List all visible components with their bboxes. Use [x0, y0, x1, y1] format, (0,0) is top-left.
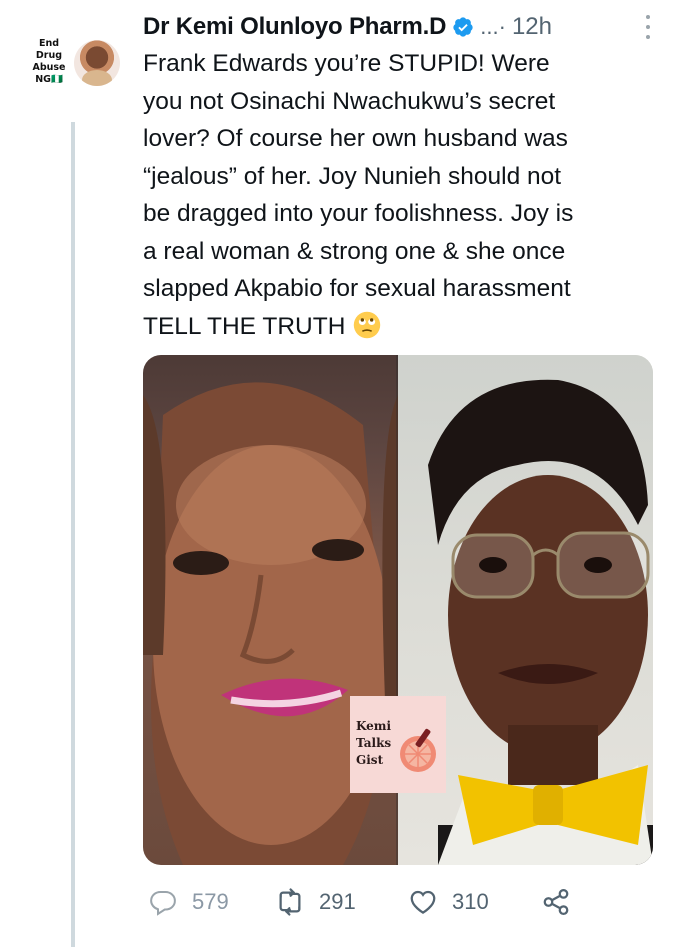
timestamp[interactable]: 12h	[512, 13, 552, 41]
like-count: 310	[452, 889, 489, 914]
thread-connector-line	[71, 122, 75, 947]
tweet-text: Frank Edwards you’re STUPID! Were you no…	[143, 50, 574, 340]
avatar-overlay-text: End Drug Abuse NG🇳🇬	[28, 38, 70, 86]
reply-icon	[150, 891, 176, 916]
rolling-eyes-emoji-icon	[354, 311, 381, 338]
tweet-header: Dr Kemi Olunloyo Pharm.D ...· 12h	[143, 10, 653, 44]
share-icon	[543, 889, 569, 915]
share-button[interactable]	[541, 880, 585, 924]
separator: ...·	[480, 14, 506, 39]
profile-photo	[74, 40, 120, 86]
tweet-media-image[interactable]: Kemi Talks Gist	[143, 355, 653, 865]
retweet-count: 291	[319, 889, 356, 914]
kemi-talks-gist-watermark: Kemi Talks Gist	[350, 696, 446, 793]
verified-badge-icon	[453, 17, 473, 37]
reply-count: 579	[192, 889, 229, 914]
avatar-label-line: NG🇳🇬	[35, 74, 63, 85]
watermark-text: Kemi Talks Gist	[356, 718, 398, 769]
retweet-icon	[279, 888, 301, 916]
more-options-icon[interactable]	[643, 12, 653, 42]
grapefruit-lipstick-logo-icon	[400, 728, 436, 772]
avatar-label-line: End	[38, 38, 60, 49]
tweet-body: Frank Edwards you’re STUPID! Were you no…	[143, 45, 653, 345]
watermark-line: Kemi	[356, 719, 392, 733]
avatar[interactable]: End Drug Abuse NG🇳🇬	[28, 34, 120, 98]
like-button[interactable]: 310	[408, 880, 489, 924]
retweet-button[interactable]: 291	[275, 880, 356, 924]
watermark-line: Talks	[356, 736, 392, 750]
avatar-label-line: Drug	[35, 50, 63, 61]
display-name[interactable]: Dr Kemi Olunloyo Pharm.D	[143, 13, 446, 41]
avatar-label-line: Abuse	[32, 62, 66, 73]
reply-button[interactable]: 579	[148, 880, 229, 924]
watermark-line: Gist	[356, 753, 384, 767]
tweet-actions-bar: 579 291 310	[143, 880, 653, 924]
heart-icon	[410, 890, 436, 914]
